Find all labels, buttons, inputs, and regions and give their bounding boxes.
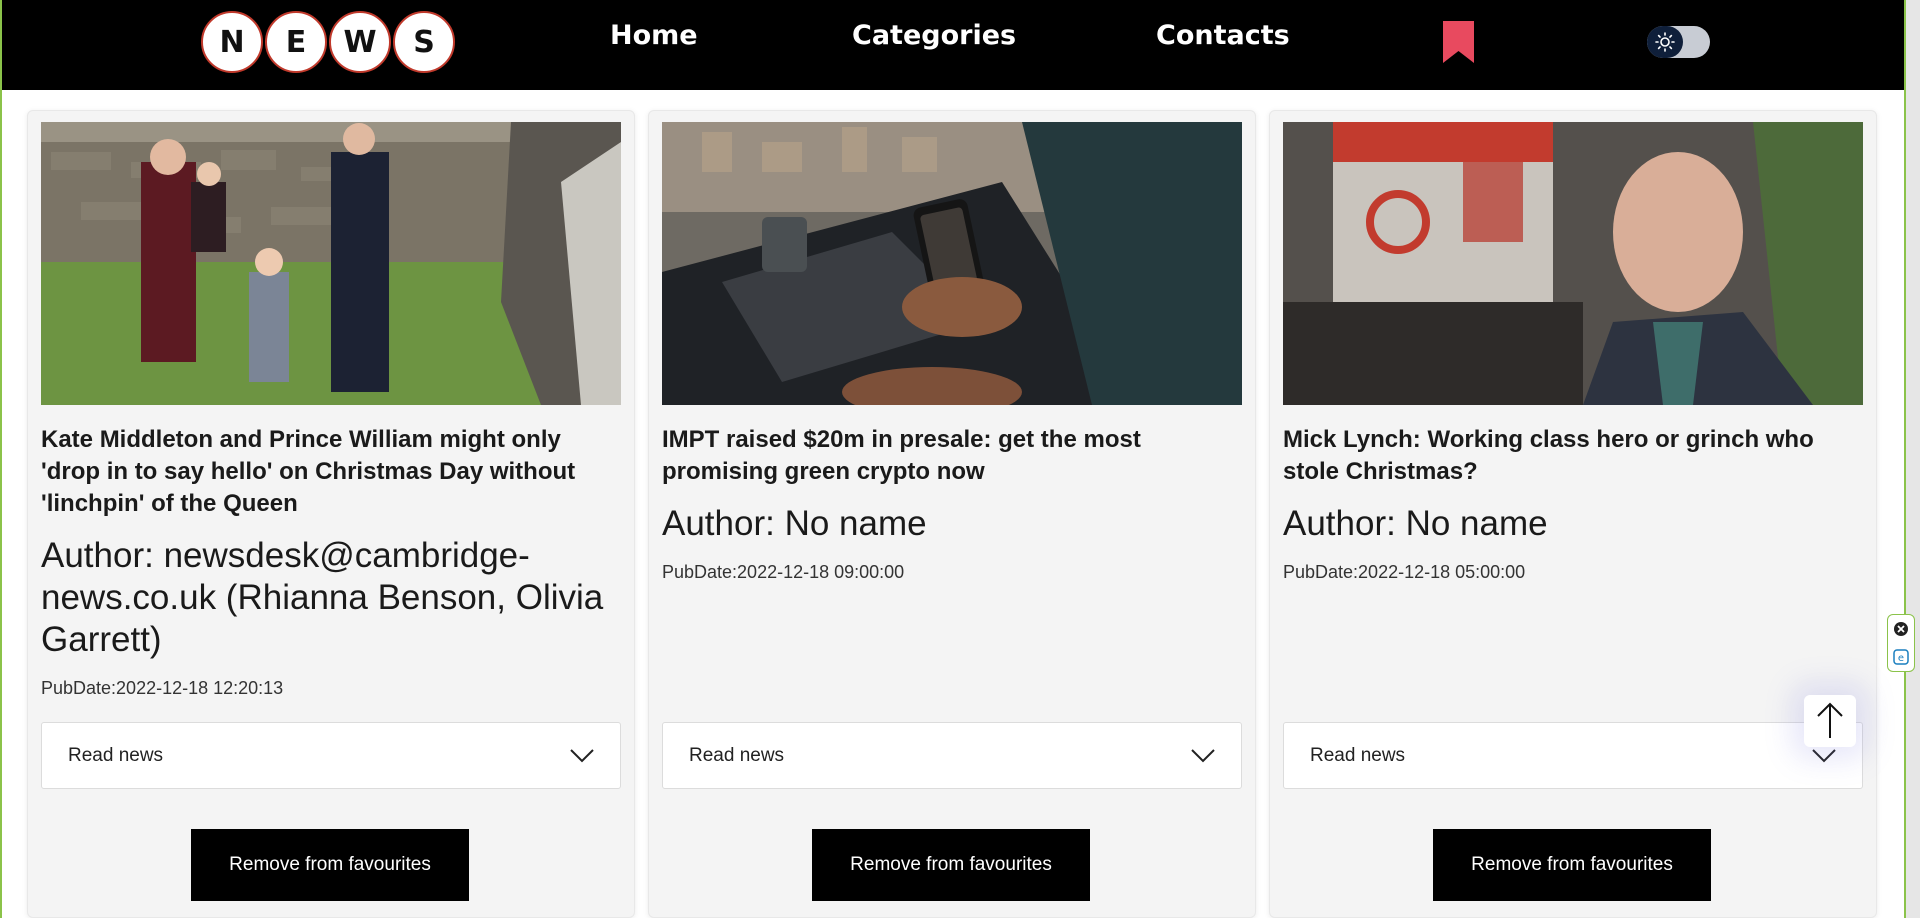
news-image — [1283, 122, 1863, 405]
logo-letter: E — [265, 11, 327, 73]
theme-toggle[interactable] — [1647, 26, 1710, 58]
read-news-dropdown[interactable]: Read news — [662, 722, 1242, 789]
news-card: Kate Middleton and Prince William might … — [27, 110, 635, 918]
news-author: Author: newsdesk@cambridge-news.co.uk (R… — [41, 536, 604, 659]
bookmark-icon[interactable] — [1443, 21, 1474, 63]
news-card: Mick Lynch: Working class hero or grinch… — [1269, 110, 1877, 918]
nav-categories-link[interactable]: Categories — [852, 20, 1016, 51]
sun-icon — [1647, 26, 1683, 58]
read-news-label: Read news — [68, 744, 164, 766]
read-news-label: Read news — [689, 744, 785, 766]
read-news-dropdown[interactable]: Read news — [41, 722, 621, 789]
news-author: Author: No name — [662, 504, 927, 543]
chevron-down-icon — [1812, 748, 1836, 762]
news-title: Kate Middleton and Prince William might … — [41, 426, 576, 517]
close-icon[interactable] — [1893, 621, 1909, 637]
navbar: N E W S Home Categories Contacts — [2, 0, 1904, 90]
news-pubdate: PubDate:2022-12-18 05:00:00 — [1283, 562, 1526, 582]
news-image — [41, 122, 621, 405]
read-news-dropdown[interactable]: Read news — [1283, 722, 1863, 789]
news-pubdate: PubDate:2022-12-18 09:00:00 — [662, 562, 905, 582]
logo-letter: N — [201, 11, 263, 73]
news-image — [662, 122, 1242, 405]
read-news-label: Read news — [1310, 744, 1406, 766]
svg-text:e: e — [1898, 653, 1904, 664]
news-pubdate: PubDate:2022-12-18 12:20:13 — [41, 678, 284, 698]
news-logo[interactable]: N E W S — [201, 11, 457, 73]
news-author: Author: No name — [1283, 504, 1548, 543]
scroll-to-top-button[interactable] — [1804, 695, 1856, 747]
remove-from-favourites-button[interactable]: Remove from favourites — [812, 829, 1090, 901]
arrow-up-icon — [1817, 702, 1843, 738]
chevron-down-icon — [570, 748, 594, 762]
remove-from-favourites-button[interactable]: Remove from favourites — [191, 829, 469, 901]
news-title: IMPT raised $20m in presale: get the mos… — [662, 426, 1141, 485]
remove-from-favourites-button[interactable]: Remove from favourites — [1433, 829, 1711, 901]
news-card: IMPT raised $20m in presale: get the mos… — [648, 110, 1256, 918]
extension-icon[interactable]: e — [1893, 649, 1909, 665]
nav-home-link[interactable]: Home — [610, 20, 698, 51]
logo-letter: S — [393, 11, 455, 73]
scrollbar-track[interactable] — [1904, 0, 1920, 918]
chevron-down-icon — [1191, 748, 1215, 762]
news-title: Mick Lynch: Working class hero or grinch… — [1283, 426, 1814, 485]
window-edge — [0, 0, 2, 918]
nav-contacts-link[interactable]: Contacts — [1156, 20, 1290, 51]
extension-widget: e — [1887, 614, 1915, 672]
logo-letter: W — [329, 11, 391, 73]
